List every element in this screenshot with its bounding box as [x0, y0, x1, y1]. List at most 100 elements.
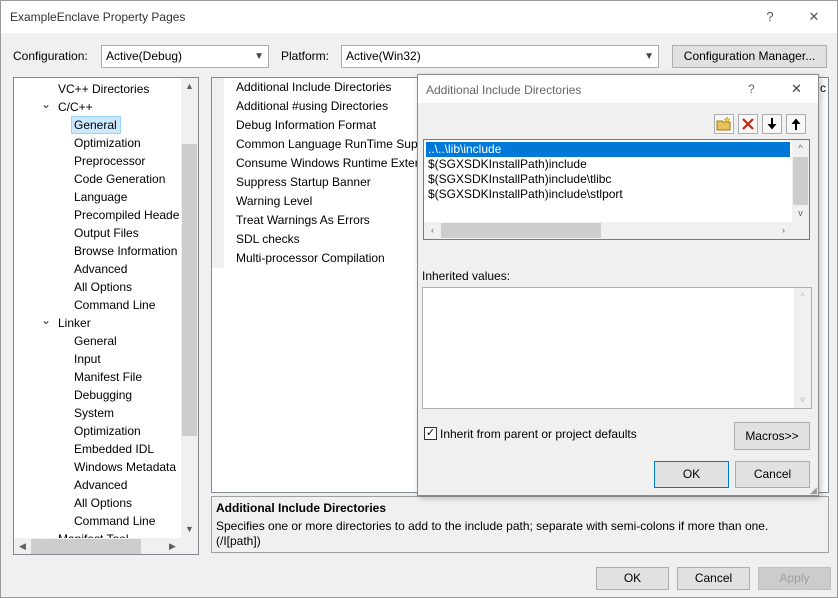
tree-item[interactable]: Linker — [58, 314, 91, 332]
property-name: Consume Windows Runtime Exten — [236, 156, 422, 170]
property-row[interactable]: Common Language RunTime Supp — [212, 135, 422, 154]
directory-list[interactable]: ..\..\lib\include $(SGXSDKInstallPath)inc… — [423, 139, 810, 240]
tree-scroll-thumb[interactable] — [182, 144, 197, 436]
scroll-down-icon[interactable]: v — [792, 205, 809, 222]
property-name: Additional #using Directories — [236, 99, 389, 113]
dialog-help-button[interactable]: ? — [748, 82, 755, 96]
property-row[interactable]: Suppress Startup Banner — [212, 173, 422, 192]
dialog-ok-button[interactable]: OK — [654, 461, 729, 488]
property-pages-window: ExampleEnclave Property Pages ? ✕ Config… — [0, 0, 838, 598]
tree-item[interactable]: Optimization — [74, 134, 141, 152]
inherit-checkbox[interactable]: ✓ — [424, 427, 437, 440]
property-row[interactable]: Additional #using Directories — [212, 97, 422, 116]
list-hscroll-thumb[interactable] — [441, 223, 601, 238]
title-bar: ExampleEnclave Property Pages ? ✕ — [1, 1, 837, 33]
tree-horizontal-scrollbar[interactable]: ◀ ▶ — [14, 538, 198, 554]
tree-item[interactable]: Advanced — [74, 260, 127, 278]
description-text: Specifies one or more directories to add… — [216, 519, 769, 533]
tree-item[interactable]: Embedded IDL — [74, 440, 154, 458]
tree-item[interactable]: Language — [74, 188, 127, 206]
inherited-vertical-scrollbar[interactable]: ^ v — [794, 288, 811, 408]
inherited-values-box: ^ v — [422, 287, 812, 409]
dialog-cancel-button[interactable]: Cancel — [735, 461, 810, 488]
configuration-select[interactable]: Active(Debug) ▼ — [101, 45, 269, 68]
move-down-button[interactable] — [762, 114, 782, 134]
property-row[interactable]: Additional Include Directories — [212, 78, 422, 97]
tree-item[interactable]: All Options — [74, 494, 132, 512]
inherit-checkbox-label[interactable]: Inherit from parent or project defaults — [440, 427, 637, 441]
chevron-down-icon[interactable]: ⌄ — [41, 313, 51, 327]
apply-button[interactable]: Apply — [758, 567, 831, 590]
tree-item[interactable]: Preprocessor — [74, 152, 145, 170]
chevron-down-icon: ▼ — [644, 51, 654, 62]
row-gutter — [212, 249, 224, 268]
tree-item[interactable]: Advanced — [74, 476, 127, 494]
inherited-values-label: Inherited values: — [422, 269, 511, 283]
configuration-manager-button[interactable]: Configuration Manager... — [672, 45, 827, 68]
scroll-right-icon[interactable]: › — [775, 222, 792, 239]
property-row[interactable]: Debug Information Format — [212, 116, 422, 135]
property-name: Debug Information Format — [236, 118, 377, 132]
close-button[interactable]: ✕ — [799, 5, 829, 29]
chevron-down-icon: ▼ — [254, 51, 264, 62]
list-scroll-thumb[interactable] — [793, 157, 808, 205]
platform-select[interactable]: Active(Win32) ▼ — [341, 45, 659, 68]
macros-button[interactable]: Macros>> — [734, 422, 810, 450]
chevron-down-icon[interactable]: ⌄ — [41, 97, 51, 111]
move-up-button[interactable] — [786, 114, 806, 134]
tree-hscroll-thumb[interactable] — [31, 539, 141, 554]
help-button[interactable]: ? — [755, 5, 785, 29]
directory-entry[interactable]: ..\..\lib\include — [426, 142, 790, 157]
delete-line-button[interactable] — [738, 114, 758, 134]
tree-vertical-scrollbar[interactable]: ▲ ▼ — [181, 78, 198, 538]
property-row[interactable]: Treat Warnings As Errors — [212, 211, 422, 230]
tree-item[interactable]: General — [71, 116, 121, 134]
tree-item[interactable]: General — [74, 332, 117, 350]
resize-grip-icon[interactable]: ◢ — [810, 485, 817, 496]
tree-item[interactable]: VC++ Directories — [58, 80, 149, 98]
directory-entry[interactable]: $(SGXSDKInstallPath)include — [426, 157, 587, 172]
tree-item[interactable]: Browse Information — [74, 242, 177, 260]
tree-item[interactable]: Precompiled Heade — [74, 206, 179, 224]
scroll-down-icon[interactable]: v — [794, 391, 811, 408]
tree-item[interactable]: Command Line — [74, 512, 155, 530]
row-gutter — [212, 116, 224, 135]
tree-item[interactable]: System — [74, 404, 114, 422]
cancel-button[interactable]: Cancel — [677, 567, 750, 590]
tree-item[interactable]: Optimization — [74, 422, 141, 440]
include-directories-dialog: Additional Include Directories ? ✕ ..\..… — [417, 74, 819, 496]
scroll-up-icon[interactable]: ▲ — [181, 78, 198, 95]
arrow-up-icon — [791, 118, 801, 130]
tree-item[interactable]: Output Files — [74, 224, 139, 242]
scroll-left-icon[interactable]: ‹ — [424, 222, 441, 239]
tree-item[interactable]: Input — [74, 350, 101, 368]
property-row[interactable]: Consume Windows Runtime Exten — [212, 154, 422, 173]
tree-item[interactable]: Debugging — [74, 386, 132, 404]
directory-entry[interactable]: $(SGXSDKInstallPath)include\tlibc — [426, 172, 611, 187]
list-horizontal-scrollbar[interactable]: ‹ › — [424, 222, 809, 239]
scroll-left-icon[interactable]: ◀ — [14, 538, 31, 554]
property-row[interactable]: SDL checks — [212, 230, 422, 249]
property-row[interactable]: Warning Level — [212, 192, 422, 211]
tree-item[interactable]: Code Generation — [74, 170, 165, 188]
scroll-up-icon[interactable]: ^ — [794, 288, 811, 305]
tree-item[interactable]: Manifest File — [74, 368, 142, 386]
ok-button[interactable]: OK — [596, 567, 669, 590]
directory-entry[interactable]: $(SGXSDKInstallPath)include\stlport — [426, 187, 623, 202]
platform-label: Platform: — [281, 49, 330, 63]
row-gutter — [212, 230, 224, 249]
scroll-up-icon[interactable]: ^ — [792, 140, 809, 157]
property-row[interactable]: Multi-processor Compilation — [212, 249, 422, 268]
dialog-close-button[interactable]: ✕ — [791, 81, 802, 97]
tree-item[interactable]: All Options — [74, 278, 132, 296]
scroll-down-icon[interactable]: ▼ — [181, 521, 198, 538]
platform-value: Active(Win32) — [346, 49, 421, 63]
tree-item[interactable]: Windows Metadata — [74, 458, 176, 476]
tree-item[interactable]: Command Line — [74, 296, 155, 314]
new-line-button[interactable] — [714, 114, 734, 134]
scroll-right-icon[interactable]: ▶ — [164, 538, 181, 554]
list-vertical-scrollbar[interactable]: ^ v — [792, 140, 809, 222]
property-name: Additional Include Directories — [236, 80, 392, 94]
tree-item[interactable]: C/C++ — [58, 98, 93, 116]
description-switch: (/I[path]) — [216, 534, 261, 548]
